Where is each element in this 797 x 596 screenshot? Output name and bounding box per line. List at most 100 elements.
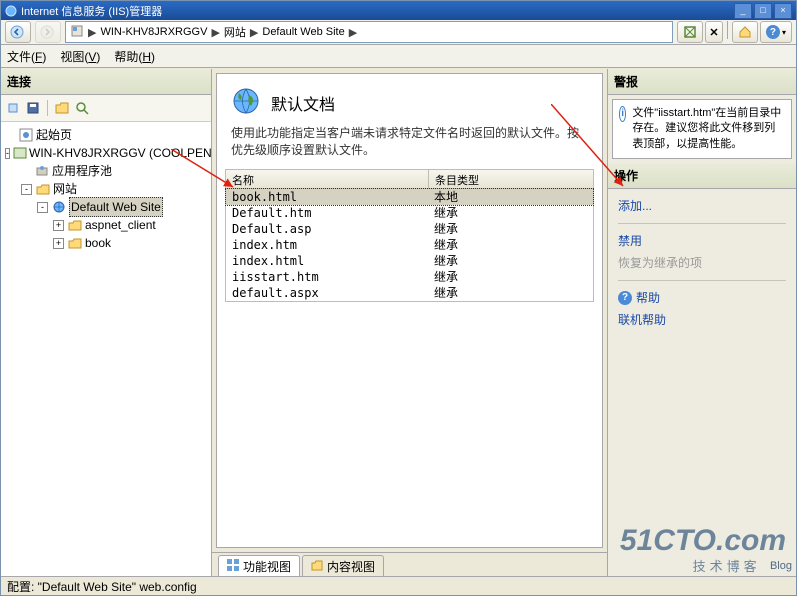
action-online-help[interactable]: 联机帮助 xyxy=(618,309,786,331)
col-entry-type[interactable]: 条目类型 xyxy=(429,170,593,188)
expand-toggle-icon[interactable]: - xyxy=(5,148,10,159)
doc-entry-type: 继承 xyxy=(428,220,593,237)
actions-list: 添加... 禁用 恢复为继承的项 ?帮助 联机帮助 xyxy=(608,189,796,337)
feature-heading: 默认文档 xyxy=(271,91,335,115)
save-icon[interactable] xyxy=(25,100,41,116)
window-title-bar: Internet 信息服务 (IIS)管理器 _ □ × xyxy=(1,1,796,20)
table-header: 名称 条目类型 xyxy=(226,170,593,189)
tree-sites[interactable]: - 网站 xyxy=(3,180,209,198)
table-row[interactable]: index.html继承 xyxy=(226,253,593,269)
tree-default-site[interactable]: - Default Web Site xyxy=(3,198,209,216)
doc-name: index.html xyxy=(226,254,428,268)
action-help[interactable]: ?帮助 xyxy=(618,287,786,309)
folder-node-icon xyxy=(67,217,83,233)
server-node-icon xyxy=(13,145,27,161)
expand-toggle-icon[interactable]: + xyxy=(53,220,64,231)
tab-features-view[interactable]: 功能视图 xyxy=(218,555,300,577)
connections-tree: 起始页 - WIN-KHV8JRXRGGV (COOLPEN\Adm 应用程序池… xyxy=(1,122,211,577)
feature-globe-icon xyxy=(231,86,261,119)
doc-name: index.htm xyxy=(226,238,428,252)
connect-icon[interactable] xyxy=(5,100,21,116)
app-pools-icon xyxy=(34,163,50,179)
breadcrumb-site[interactable]: Default Web Site xyxy=(262,26,344,38)
features-view-icon xyxy=(227,559,239,574)
nav-refresh-button[interactable] xyxy=(677,21,703,43)
start-page-icon xyxy=(18,127,34,143)
help-icon: ? xyxy=(618,291,632,305)
nav-home-button[interactable] xyxy=(732,21,758,43)
content-view-icon xyxy=(311,559,323,574)
menu-bar: 文件(F) 视图(V) 帮助(H) xyxy=(1,45,796,68)
nav-back-button[interactable] xyxy=(5,21,31,43)
connections-pane: 连接 起始页 - WIN-KHV8JRXRGGV (COOLPEN\Adm xyxy=(1,69,212,577)
menu-help[interactable]: 帮助(H) xyxy=(114,48,155,65)
menu-file[interactable]: 文件(F) xyxy=(7,48,46,65)
status-text: 配置: "Default Web Site" web.config xyxy=(7,578,197,595)
table-row[interactable]: iisstart.htm继承 xyxy=(226,269,593,285)
window-title: Internet 信息服务 (IIS)管理器 xyxy=(21,3,162,19)
table-body: book.html本地Default.htm继承Default.asp继承ind… xyxy=(226,189,593,301)
nav-bar: ▶ WIN-KHV8JRXRGGV ▶ 网站 ▶ Default Web Sit… xyxy=(1,20,796,45)
doc-name: Default.htm xyxy=(226,206,428,220)
content-area: 连接 起始页 - WIN-KHV8JRXRGGV (COOLPEN\Adm xyxy=(1,69,796,577)
connections-toolbar xyxy=(1,95,211,122)
default-docs-table: 名称 条目类型 book.html本地Default.htm继承Default.… xyxy=(225,169,594,302)
breadcrumb-sites[interactable]: 网站 xyxy=(224,24,246,40)
chevron-down-icon: ▾ xyxy=(782,28,786,37)
tree-host[interactable]: - WIN-KHV8JRXRGGV (COOLPEN\Adm xyxy=(3,144,209,162)
expand-toggle-icon[interactable]: - xyxy=(37,202,48,213)
explore-icon[interactable] xyxy=(74,100,90,116)
tab-content-view[interactable]: 内容视图 xyxy=(302,555,384,577)
nav-stop-button[interactable] xyxy=(705,21,723,43)
doc-name: book.html xyxy=(226,190,428,204)
doc-name: Default.asp xyxy=(226,222,428,236)
action-disable[interactable]: 禁用 xyxy=(618,230,786,252)
iis-manager-window: Internet 信息服务 (IIS)管理器 _ □ × ▶ WIN-KHV8J… xyxy=(0,0,797,596)
expand-toggle-icon[interactable]: + xyxy=(53,238,64,249)
tree-start-page[interactable]: 起始页 xyxy=(3,126,209,144)
nav-help-dropdown[interactable]: ? ▾ xyxy=(760,21,792,43)
minimize-button[interactable]: _ xyxy=(734,3,752,19)
info-icon: i xyxy=(619,106,626,122)
sites-icon xyxy=(35,181,51,197)
table-row[interactable]: Default.asp继承 xyxy=(226,221,593,237)
app-icon xyxy=(5,5,17,17)
doc-entry-type: 本地 xyxy=(428,188,593,205)
expand-toggle-icon[interactable]: - xyxy=(21,184,32,195)
table-row[interactable]: book.html本地 xyxy=(226,189,593,205)
help-icon: ? xyxy=(766,25,780,39)
table-row[interactable]: index.htm继承 xyxy=(226,237,593,253)
doc-entry-type: 继承 xyxy=(428,284,593,301)
alert-text: 文件"iisstart.htm"在当前目录中存在。建议您将此文件移到列表顶部，以… xyxy=(632,106,785,152)
nav-forward-button[interactable] xyxy=(35,21,61,43)
doc-entry-type: 继承 xyxy=(428,236,593,253)
maximize-button[interactable]: □ xyxy=(754,3,772,19)
breadcrumb: ▶ WIN-KHV8JRXRGGV ▶ 网站 ▶ Default Web Sit… xyxy=(65,21,673,43)
folder-node-icon xyxy=(67,235,83,251)
tree-app-pools[interactable]: 应用程序池 xyxy=(3,162,209,180)
doc-entry-type: 继承 xyxy=(428,252,593,269)
table-row[interactable]: default.aspx继承 xyxy=(226,285,593,301)
folder-icon[interactable] xyxy=(54,100,70,116)
col-name[interactable]: 名称 xyxy=(226,170,429,188)
menu-view[interactable]: 视图(V) xyxy=(60,48,100,65)
tree-aspnet-client[interactable]: + aspnet_client xyxy=(3,216,209,234)
alerts-title: 警报 xyxy=(608,69,796,95)
close-button[interactable]: × xyxy=(774,3,792,19)
site-globe-icon xyxy=(51,199,67,215)
doc-entry-type: 继承 xyxy=(428,268,593,285)
doc-name: iisstart.htm xyxy=(226,270,428,284)
action-inherit: 恢复为继承的项 xyxy=(618,252,786,274)
feature-pane: 默认文档 使用此功能指定当客户端未请求特定文件名时返回的默认文件。按优先级顺序设… xyxy=(212,69,607,577)
alert-box: i 文件"iisstart.htm"在当前目录中存在。建议您将此文件移到列表顶部… xyxy=(612,99,792,159)
connections-title: 连接 xyxy=(1,69,211,95)
table-row[interactable]: Default.htm继承 xyxy=(226,205,593,221)
action-add[interactable]: 添加... xyxy=(618,195,786,217)
doc-name: default.aspx xyxy=(226,286,428,300)
status-bar: 配置: "Default Web Site" web.config xyxy=(1,576,796,595)
breadcrumb-host[interactable]: WIN-KHV8JRXRGGV xyxy=(100,26,207,38)
tree-book[interactable]: + book xyxy=(3,234,209,252)
server-icon xyxy=(70,24,84,41)
doc-entry-type: 继承 xyxy=(428,204,593,221)
actions-title: 操作 xyxy=(608,163,796,189)
